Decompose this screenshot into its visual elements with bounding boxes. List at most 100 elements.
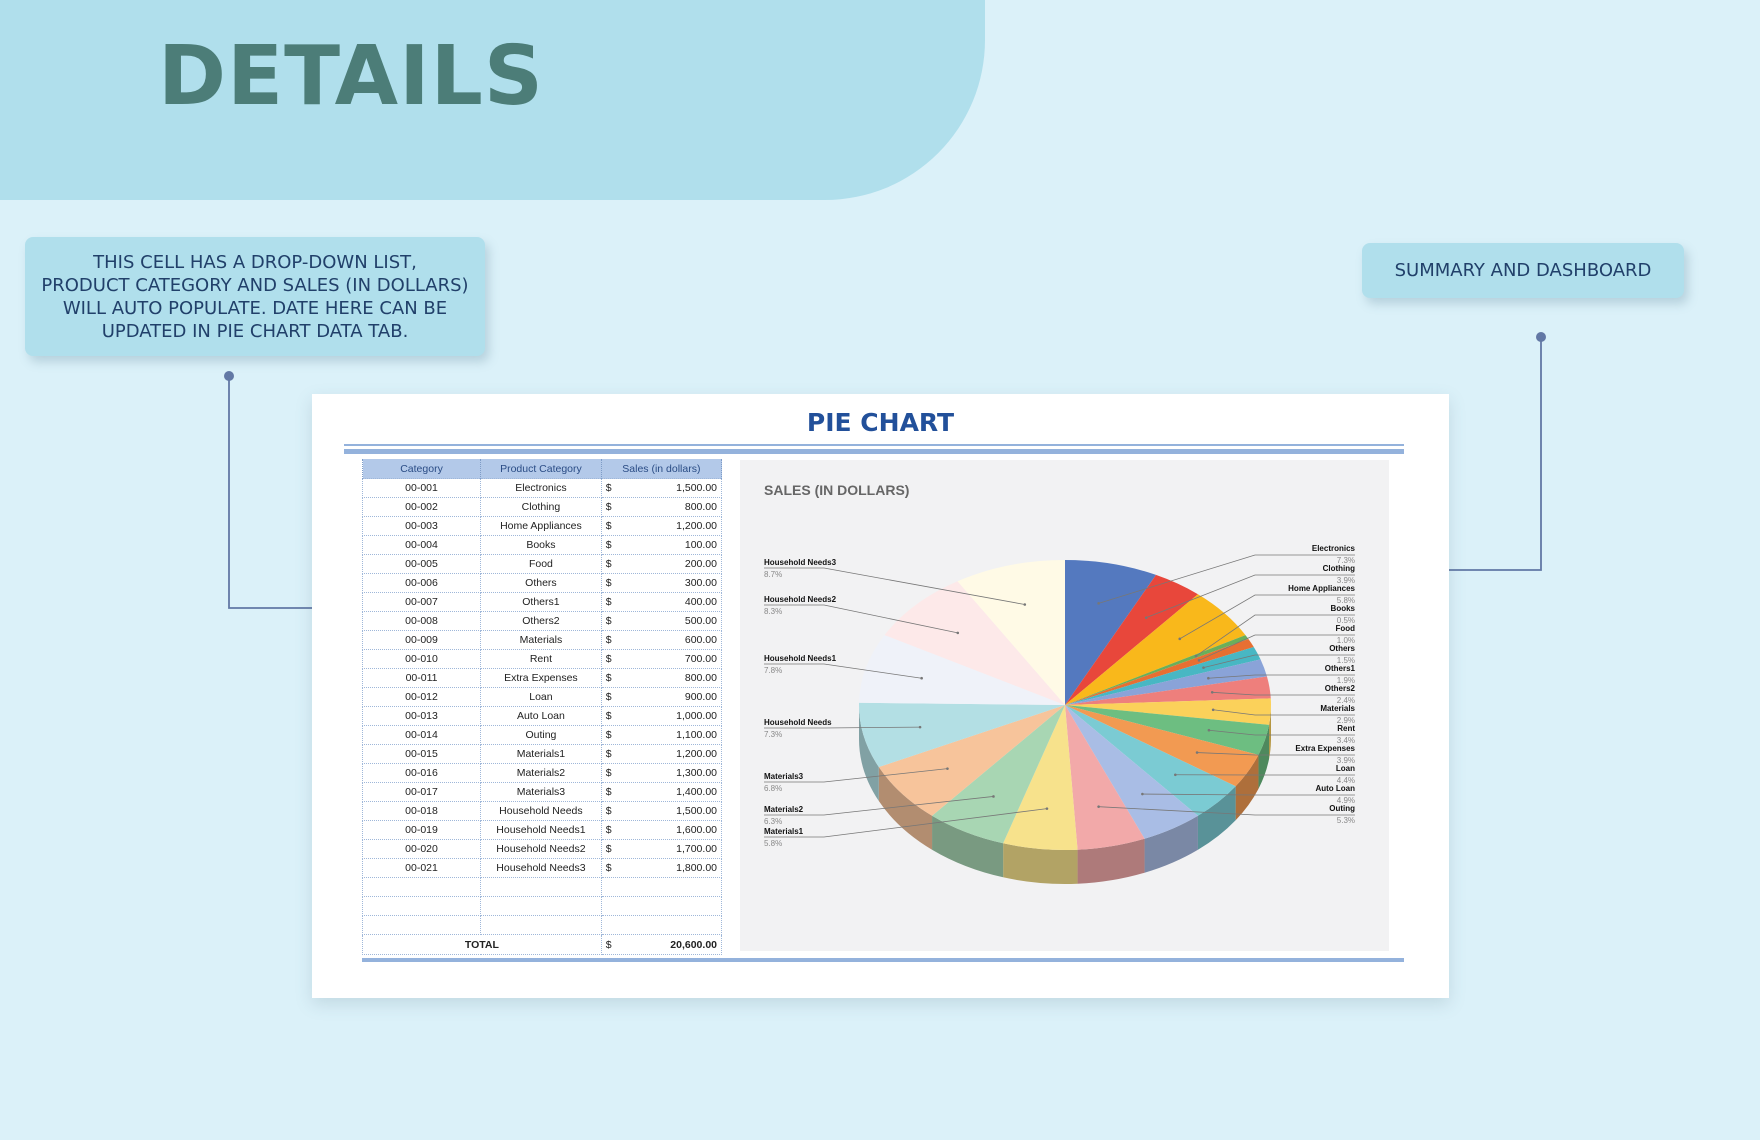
sales-cell: $1,000.00 [600, 706, 723, 726]
category-cell[interactable]: 00-005 [361, 554, 482, 574]
table-header-row: Category Product Category Sales (in doll… [361, 459, 723, 479]
table-body: 00-001 Electronics $1,500.00 00-002 Clothing… [361, 478, 723, 955]
data-label-materials: Materials [1320, 704, 1355, 713]
category-cell[interactable]: 00-010 [361, 649, 482, 669]
empty-row [361, 896, 723, 916]
category-cell[interactable]: 00-013 [361, 706, 482, 726]
product-category-cell: Others [480, 573, 602, 593]
empty-cell[interactable] [361, 915, 482, 935]
leader-dot [1202, 666, 1205, 669]
sales-value: 100.00 [684, 539, 717, 551]
sales-cell: $300.00 [600, 573, 723, 593]
category-cell[interactable]: 00-020 [361, 839, 482, 859]
product-category-cell: Books [480, 535, 602, 555]
table-row: 00-001 Electronics $1,500.00 [361, 478, 723, 498]
sales-value: 1,600.00 [676, 824, 717, 836]
sales-cell: $700.00 [600, 649, 723, 669]
total-row: TOTAL $20,600.00 [362, 934, 723, 955]
table-row: 00-008 Others2 $500.00 [361, 611, 723, 631]
currency-symbol: $ [605, 634, 612, 646]
category-cell[interactable]: 00-015 [361, 744, 482, 764]
empty-cell[interactable] [361, 877, 482, 897]
data-label-pct-materials3: 6.8% [764, 784, 782, 793]
product-category-cell: Others2 [480, 611, 602, 631]
sales-pie-chart: SALES (IN DOLLARS) Electronics 7.3% Clothin… [764, 482, 1356, 884]
category-cell[interactable]: 00-009 [361, 630, 482, 650]
category-cell[interactable]: 00-016 [361, 763, 482, 783]
sales-cell: $500.00 [600, 611, 723, 631]
data-label-electronics: Electronics [1312, 544, 1356, 553]
sales-cell: $1,300.00 [600, 763, 723, 783]
category-cell[interactable]: 00-006 [361, 573, 482, 593]
currency-symbol: $ [605, 520, 612, 532]
category-cell[interactable]: 00-011 [361, 668, 482, 688]
data-label-outing: Outing [1329, 804, 1355, 813]
sales-cell: $1,100.00 [600, 725, 723, 745]
leader-dot [918, 725, 922, 729]
category-cell[interactable]: 00-017 [361, 782, 482, 802]
data-label-others: Others [1329, 644, 1355, 653]
empty-cell[interactable] [480, 915, 602, 935]
sales-cell: $1,200.00 [600, 744, 723, 764]
empty-cell[interactable] [600, 915, 723, 935]
leader-dot [1097, 805, 1100, 808]
leader-dot [1178, 637, 1182, 641]
empty-cell[interactable] [361, 896, 482, 916]
sales-value: 800.00 [684, 672, 717, 684]
category-cell[interactable]: 00-014 [361, 725, 482, 745]
empty-cell[interactable] [600, 896, 723, 916]
empty-cell[interactable] [480, 896, 602, 916]
sales-cell: $1,400.00 [600, 782, 723, 802]
chart-panel: SALES (IN DOLLARS) Electronics 7.3% Clothin… [740, 460, 1389, 951]
table-row: 00-019 Household Needs1 $1,600.00 [361, 820, 723, 840]
product-category-cell: Household Needs1 [480, 820, 602, 840]
data-label-household-needs2: Household Needs2 [764, 595, 837, 604]
data-label-pct-household-needs3: 8.7% [764, 570, 782, 579]
sales-value: 700.00 [684, 653, 717, 665]
product-category-cell: Household Needs3 [480, 858, 602, 878]
title-rule-top [344, 444, 1404, 446]
leader-dot [1211, 708, 1215, 712]
category-cell[interactable]: 00-012 [361, 687, 482, 707]
data-label-pct-materials2: 6.3% [764, 817, 782, 826]
currency-symbol: $ [605, 482, 612, 494]
table-row: 00-014 Outing $1,100.00 [361, 725, 723, 745]
currency-symbol: $ [605, 786, 612, 798]
product-category-cell: Extra Expenses [480, 668, 602, 688]
product-category-cell: Outing [480, 725, 602, 745]
category-cell[interactable]: 00-008 [361, 611, 482, 631]
sales-value: 1,800.00 [676, 862, 717, 874]
leader-dot [1141, 792, 1144, 796]
total-label: TOTAL [362, 934, 602, 955]
product-category-cell: Food [480, 554, 602, 574]
currency-symbol: $ [605, 862, 612, 874]
leader-dot [1045, 807, 1049, 810]
empty-cell[interactable] [600, 877, 723, 897]
product-category-cell: Loan [480, 687, 602, 707]
currency-symbol: $ [605, 843, 612, 855]
sales-cell: $100.00 [600, 535, 723, 555]
category-cell[interactable]: 00-002 [361, 497, 482, 517]
category-cell[interactable]: 00-018 [361, 801, 482, 821]
category-cell[interactable]: 00-003 [361, 516, 482, 536]
currency-symbol: $ [605, 691, 612, 703]
data-label-household-needs3: Household Needs3 [764, 558, 837, 567]
sales-value: 900.00 [684, 691, 717, 703]
sales-cell: $600.00 [600, 630, 723, 650]
sales-value: 200.00 [684, 558, 717, 570]
empty-cell[interactable] [480, 877, 602, 897]
category-cell[interactable]: 00-007 [361, 592, 482, 612]
table-row: 00-012 Loan $900.00 [361, 687, 723, 707]
category-cell[interactable]: 00-019 [361, 820, 482, 840]
category-cell[interactable]: 00-004 [361, 535, 482, 555]
currency-symbol: $ [605, 767, 612, 779]
pie-chart-sheet: PIE CHART Category Product Category Sale… [312, 394, 1449, 998]
category-cell[interactable]: 00-001 [361, 478, 482, 498]
currency-symbol: $ [605, 729, 612, 741]
product-category-cell: Others1 [480, 592, 602, 612]
table-row: 00-021 Household Needs3 $1,800.00 [361, 858, 723, 878]
sheet-title: PIE CHART [806, 408, 955, 437]
sales-cell: $1,500.00 [600, 801, 723, 821]
currency-symbol: $ [605, 805, 612, 817]
category-cell[interactable]: 00-021 [361, 858, 482, 878]
